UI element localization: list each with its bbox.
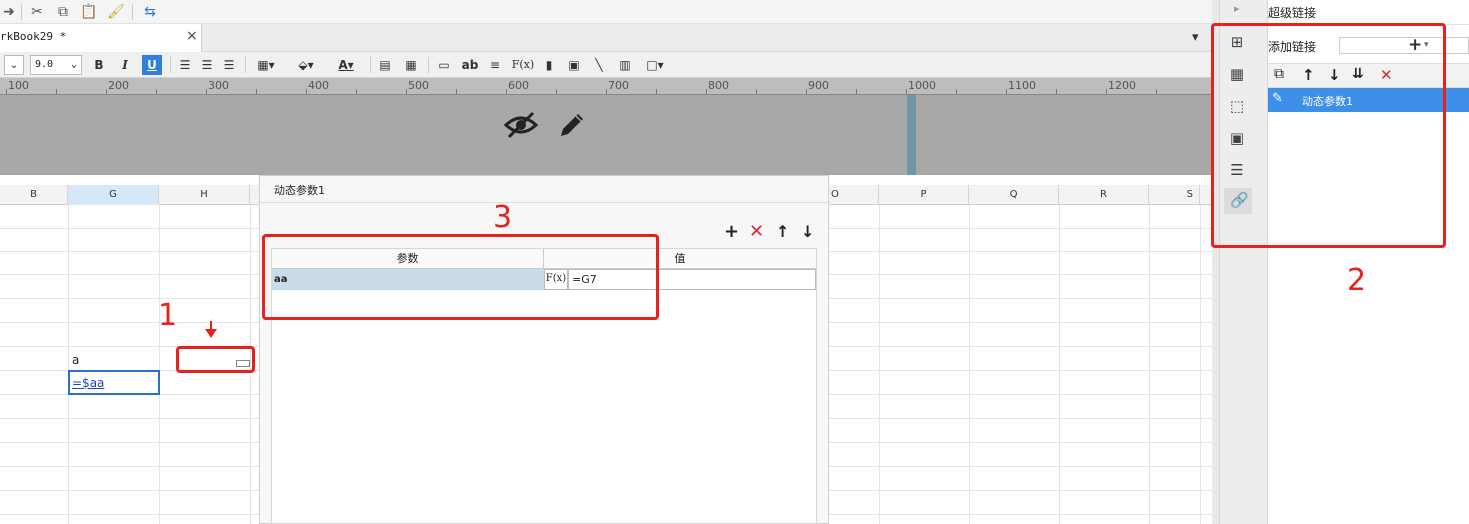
format-painter-icon[interactable]: 🖌 bbox=[107, 3, 125, 21]
toolbar-divider bbox=[170, 57, 171, 73]
ruler-label: 1100 bbox=[1008, 79, 1036, 92]
annotation-label-3: 3 bbox=[493, 200, 513, 235]
column-header-s[interactable]: S bbox=[1149, 185, 1200, 205]
underline-button[interactable]: U bbox=[142, 55, 162, 75]
delete-param-icon[interactable]: ✕ bbox=[749, 221, 764, 242]
move-down-icon[interactable]: ↓ bbox=[801, 222, 814, 241]
ruler-label: 700 bbox=[608, 79, 629, 92]
edit-pencil-icon[interactable] bbox=[556, 109, 588, 141]
ruler-label: 1200 bbox=[1108, 79, 1136, 92]
align-center-icon[interactable]: ☰ bbox=[198, 55, 216, 75]
panel-title: 超级链接 bbox=[1268, 6, 1317, 20]
ruler-label: 1000 bbox=[908, 79, 936, 92]
paste-icon[interactable]: 📋 bbox=[80, 3, 98, 21]
column-header-p[interactable]: P bbox=[879, 185, 969, 205]
toolbar-divider bbox=[21, 4, 22, 20]
workbook-tab[interactable]: rkBook29 * × bbox=[0, 24, 202, 52]
fill-color-icon[interactable]: ⬙▾ bbox=[290, 55, 322, 75]
forward-arrow-icon[interactable]: ➜ bbox=[0, 3, 18, 21]
document-tab-bar: rkBook29 * × ▾ bbox=[0, 24, 1212, 52]
column-header-b[interactable]: B bbox=[0, 185, 68, 205]
chevron-down-icon: ⌄ bbox=[70, 59, 77, 70]
formula-button[interactable]: F(x) bbox=[510, 55, 536, 75]
text-field-icon[interactable]: ▭ bbox=[434, 55, 454, 75]
toolbar-divider bbox=[245, 57, 246, 73]
column-header-r[interactable]: R bbox=[1059, 185, 1149, 205]
dialog-title: 动态参数1 bbox=[274, 184, 325, 197]
align-left-icon[interactable]: ☰ bbox=[176, 55, 194, 75]
chart-icon[interactable]: ▮ bbox=[540, 55, 558, 75]
cell-g8-formula: =$aa bbox=[72, 376, 105, 390]
move-up-icon[interactable]: ↑ bbox=[776, 222, 789, 241]
annotation-label-2: 2 bbox=[1347, 263, 1367, 298]
tab-menu-icon[interactable]: ▾ bbox=[1192, 30, 1199, 45]
bold-button[interactable]: B bbox=[90, 55, 108, 75]
swap-icon[interactable]: ⇆ bbox=[141, 3, 159, 21]
font-color-icon[interactable]: A▾ bbox=[330, 55, 362, 75]
align-right-icon[interactable]: ☰ bbox=[220, 55, 238, 75]
format-toolbar: ⌄ 9.0 ⌄ B I U ☰ ☰ ☰ ▦▾ ⬙▾ A▾ ▤ ▦ ▭ ab ≡ … bbox=[0, 52, 1212, 78]
band-marker bbox=[907, 95, 916, 175]
sub-report-icon[interactable]: ▥ bbox=[616, 55, 634, 75]
column-header-q[interactable]: Q bbox=[969, 185, 1059, 205]
copy-icon[interactable]: ⧉ bbox=[54, 3, 72, 21]
add-param-icon[interactable]: + bbox=[724, 221, 739, 242]
column-header-g[interactable]: G bbox=[68, 185, 159, 205]
ruler-label: 900 bbox=[808, 79, 829, 92]
font-size-select[interactable]: 9.0 ⌄ bbox=[30, 55, 82, 75]
toolbar-divider bbox=[370, 57, 371, 73]
horizontal-ruler: 100 200 300 400 500 600 700 800 900 1000… bbox=[0, 78, 1212, 95]
dialog-titlebar: 动态参数1 bbox=[260, 176, 828, 203]
slash-cell-icon[interactable]: ╲ bbox=[590, 55, 608, 75]
column-header-o[interactable]: O bbox=[829, 185, 879, 205]
annotation-label-1: 1 bbox=[158, 298, 178, 333]
annotation-arrow-icon bbox=[205, 321, 217, 338]
ruler-label: 400 bbox=[308, 79, 329, 92]
font-size-value: 9.0 bbox=[35, 59, 54, 70]
ruler-label: 800 bbox=[708, 79, 729, 92]
hide-eye-icon[interactable] bbox=[503, 109, 539, 141]
cut-icon[interactable]: ✂ bbox=[28, 3, 46, 21]
ruler-label: 600 bbox=[508, 79, 529, 92]
image-icon[interactable]: ▣ bbox=[564, 55, 584, 75]
column-header-h[interactable]: H bbox=[159, 185, 250, 205]
ruler-label: 500 bbox=[408, 79, 429, 92]
close-tab-icon[interactable]: × bbox=[186, 28, 198, 44]
font-dropdown-icon[interactable]: ⌄ bbox=[4, 55, 24, 75]
dynamic-params-dialog: 动态参数1 + ✕ ↑ ↓ 参数 值 aa F(x) =G7 bbox=[259, 175, 829, 524]
quick-access-toolbar: ➜ ✂ ⧉ 📋 🖌 ⇆ bbox=[0, 0, 1212, 24]
workbook-tab-title: rkBook29 * bbox=[0, 30, 67, 43]
split-cells-icon[interactable]: ▦ bbox=[402, 55, 420, 75]
ruler-label: 100 bbox=[8, 79, 29, 92]
shape-icon[interactable]: □▾ bbox=[642, 55, 668, 75]
expand-arrow-icon[interactable]: ▸ bbox=[1234, 2, 1240, 15]
ruler-label: 300 bbox=[208, 79, 229, 92]
annotation-box-2 bbox=[1211, 23, 1446, 248]
cell-g8[interactable]: =$aa bbox=[68, 370, 160, 395]
italic-button[interactable]: I bbox=[116, 55, 134, 75]
toolbar-divider bbox=[428, 57, 429, 73]
paragraph-icon[interactable]: ≡ bbox=[486, 55, 504, 75]
annotation-box-1 bbox=[176, 346, 255, 373]
ruler-label: 200 bbox=[108, 79, 129, 92]
border-icon[interactable]: ▦▾ bbox=[251, 55, 281, 75]
toolbar-divider bbox=[132, 4, 133, 20]
text-ab-button[interactable]: ab bbox=[460, 55, 480, 75]
header-band bbox=[0, 95, 1212, 175]
cell-g7[interactable]: a bbox=[72, 353, 79, 367]
merge-cells-icon[interactable]: ▤ bbox=[376, 55, 394, 75]
annotation-box-3 bbox=[262, 234, 659, 320]
